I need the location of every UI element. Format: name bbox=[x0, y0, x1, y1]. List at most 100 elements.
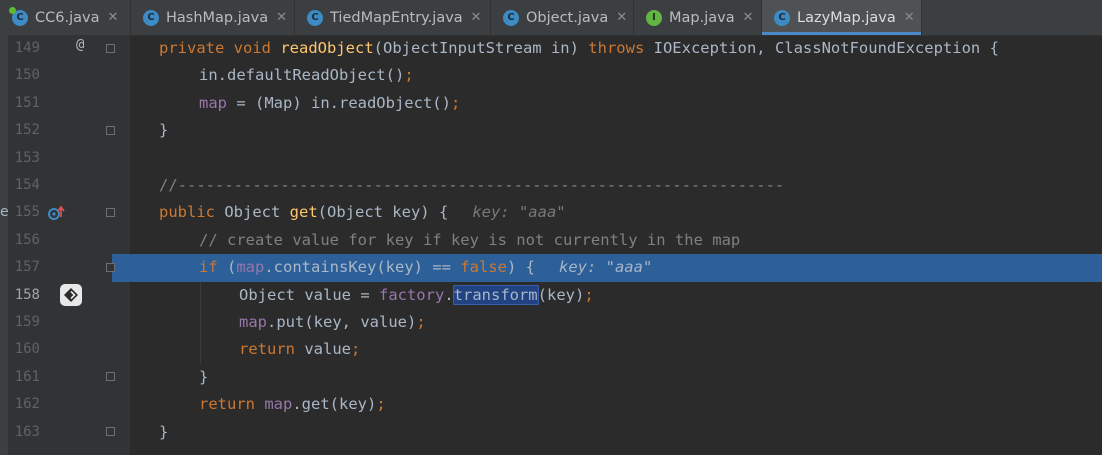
code-line-161: 161 } bbox=[0, 364, 1102, 391]
inline-debug-value: key: "aaa" bbox=[558, 258, 653, 277]
keyword: return bbox=[199, 395, 265, 414]
tab-object-java[interactable]: C Object.java ✕ bbox=[491, 0, 634, 35]
tab-cc6-java[interactable]: C CC6.java ✕ bbox=[0, 0, 131, 35]
tab-label: Object.java bbox=[526, 9, 609, 26]
keyword: private void bbox=[159, 39, 281, 57]
code-line-151: 151 map = (Map) in.readObject(); bbox=[0, 90, 1102, 117]
field-name: factory bbox=[378, 285, 445, 304]
code-text: .get(key) bbox=[292, 395, 377, 414]
code-text: (key) bbox=[537, 285, 585, 304]
code-text: ) { bbox=[506, 258, 535, 277]
field-name: map bbox=[199, 93, 227, 112]
code-line-153: 153 bbox=[0, 145, 1102, 172]
tab-map-java[interactable]: I Map.java ✕ bbox=[634, 0, 762, 35]
code-line-155: 155 e public Object get(Object key) {key… bbox=[0, 199, 1102, 226]
semicolon: ; bbox=[450, 93, 461, 112]
class-icon: C bbox=[774, 9, 790, 26]
indent-guide bbox=[200, 282, 201, 364]
line-number: 149 bbox=[14, 40, 40, 56]
field-name: map bbox=[236, 258, 265, 277]
code-text: IOException, ClassNotFoundException { bbox=[653, 39, 999, 57]
tab-tiedmapentry-java[interactable]: C TiedMapEntry.java ✕ bbox=[295, 0, 491, 35]
field-name: map bbox=[239, 313, 267, 331]
code-text: in.defaultReadObject() bbox=[199, 66, 405, 85]
semicolon: ; bbox=[376, 395, 386, 414]
code-text: } bbox=[159, 422, 169, 441]
method-name: readObject bbox=[280, 39, 374, 57]
line-number: 151 bbox=[14, 94, 40, 111]
code-text: . bbox=[444, 285, 454, 304]
tab-label: Map.java bbox=[669, 9, 735, 26]
code-line-162: 162 return map.get(key); bbox=[0, 391, 1102, 418]
code-text: .containsKey(key) == bbox=[264, 258, 461, 277]
code-line-163: 163 } bbox=[0, 419, 1102, 446]
code-text: Object bbox=[224, 203, 290, 222]
code-line-150: 150 in.defaultReadObject(); bbox=[0, 62, 1102, 89]
line-number: 159 bbox=[14, 314, 40, 330]
implements-method-icon[interactable] bbox=[47, 205, 65, 221]
line-number: 150 bbox=[14, 67, 40, 84]
interface-icon: I bbox=[646, 9, 662, 26]
tab-hashmap-java[interactable]: C HashMap.java ✕ bbox=[131, 0, 295, 35]
tab-label: LazyMap.java bbox=[797, 9, 896, 26]
line-number: 154 bbox=[14, 177, 40, 193]
close-tab-icon[interactable]: ✕ bbox=[904, 10, 915, 25]
line-number: 155 bbox=[14, 204, 40, 221]
code-line-157: 157 if (map.containsKey(key) == false) {… bbox=[0, 254, 1102, 281]
breakpoint-icon[interactable] bbox=[60, 284, 82, 307]
close-tab-icon[interactable]: ✕ bbox=[616, 10, 627, 25]
fold-marker-icon[interactable] bbox=[106, 372, 115, 381]
fold-marker-icon[interactable] bbox=[106, 208, 115, 217]
code-line-149: 149 @ private void readObject(ObjectInpu… bbox=[0, 35, 1102, 62]
code-line-152: 152 } bbox=[0, 117, 1102, 144]
fold-marker-icon[interactable] bbox=[106, 126, 115, 135]
line-number: 160 bbox=[14, 341, 40, 358]
fold-marker-icon[interactable] bbox=[106, 427, 115, 436]
comment-text: //--------------------------------------… bbox=[159, 176, 785, 194]
tab-label: CC6.java bbox=[35, 9, 100, 26]
close-tab-icon[interactable]: ✕ bbox=[276, 10, 287, 25]
close-tab-icon[interactable]: ✕ bbox=[471, 10, 482, 25]
code-line-156: 156 // create value for key if key is no… bbox=[0, 227, 1102, 254]
editor-tab-bar: C CC6.java ✕ C HashMap.java ✕ C TiedMapEntry.ja… bbox=[0, 0, 1102, 36]
method-name: get bbox=[289, 203, 318, 222]
code-line-158: 158 Object value = factory.transform(key… bbox=[0, 282, 1102, 309]
code-text: } bbox=[199, 367, 209, 386]
comment-text: // create value for key if key is not cu… bbox=[199, 230, 741, 249]
fold-marker-icon[interactable] bbox=[106, 44, 115, 53]
class-icon: C bbox=[307, 9, 323, 26]
code-text: Object value = bbox=[239, 285, 379, 304]
keyword: throws bbox=[588, 39, 654, 57]
keyword: return bbox=[239, 340, 305, 359]
keyword: false bbox=[460, 258, 507, 277]
selected-text[interactable]: transform bbox=[452, 284, 539, 305]
tab-lazymap-java[interactable]: C LazyMap.java ✕ bbox=[762, 0, 922, 35]
keyword: public bbox=[159, 203, 225, 222]
code-text: ( bbox=[227, 258, 237, 277]
semicolon: ; bbox=[404, 66, 414, 85]
field-name: map bbox=[264, 395, 293, 414]
inline-debug-value: key: "aaa" bbox=[472, 203, 566, 222]
close-tab-icon[interactable]: ✕ bbox=[743, 10, 754, 25]
line-number: 162 bbox=[14, 396, 40, 413]
code-text: (Object key) { bbox=[317, 203, 449, 222]
line-number: 157 bbox=[14, 259, 40, 276]
close-tab-icon[interactable]: ✕ bbox=[107, 10, 118, 25]
semicolon: ; bbox=[584, 285, 594, 304]
line-number: 153 bbox=[14, 149, 40, 166]
code-text: .put(key, value) bbox=[267, 313, 417, 331]
keyword: if bbox=[199, 258, 227, 277]
line-number: 163 bbox=[14, 423, 40, 440]
fold-marker-icon[interactable] bbox=[106, 263, 115, 272]
line-number: 158 bbox=[14, 286, 40, 303]
class-icon: C bbox=[503, 9, 519, 26]
semicolon: ; bbox=[351, 340, 361, 359]
code-line-160: 160 return value; bbox=[0, 336, 1102, 363]
code-text: = (Map) in.readObject() bbox=[227, 93, 451, 112]
override-marker-icon[interactable]: @ bbox=[76, 37, 84, 53]
code-text: (ObjectInputStream in) bbox=[373, 39, 589, 57]
line-number: 156 bbox=[14, 231, 40, 248]
line-number: 152 bbox=[14, 122, 40, 139]
tab-label: TiedMapEntry.java bbox=[330, 9, 463, 26]
code-line-154: 154 //----------------------------------… bbox=[0, 172, 1102, 199]
